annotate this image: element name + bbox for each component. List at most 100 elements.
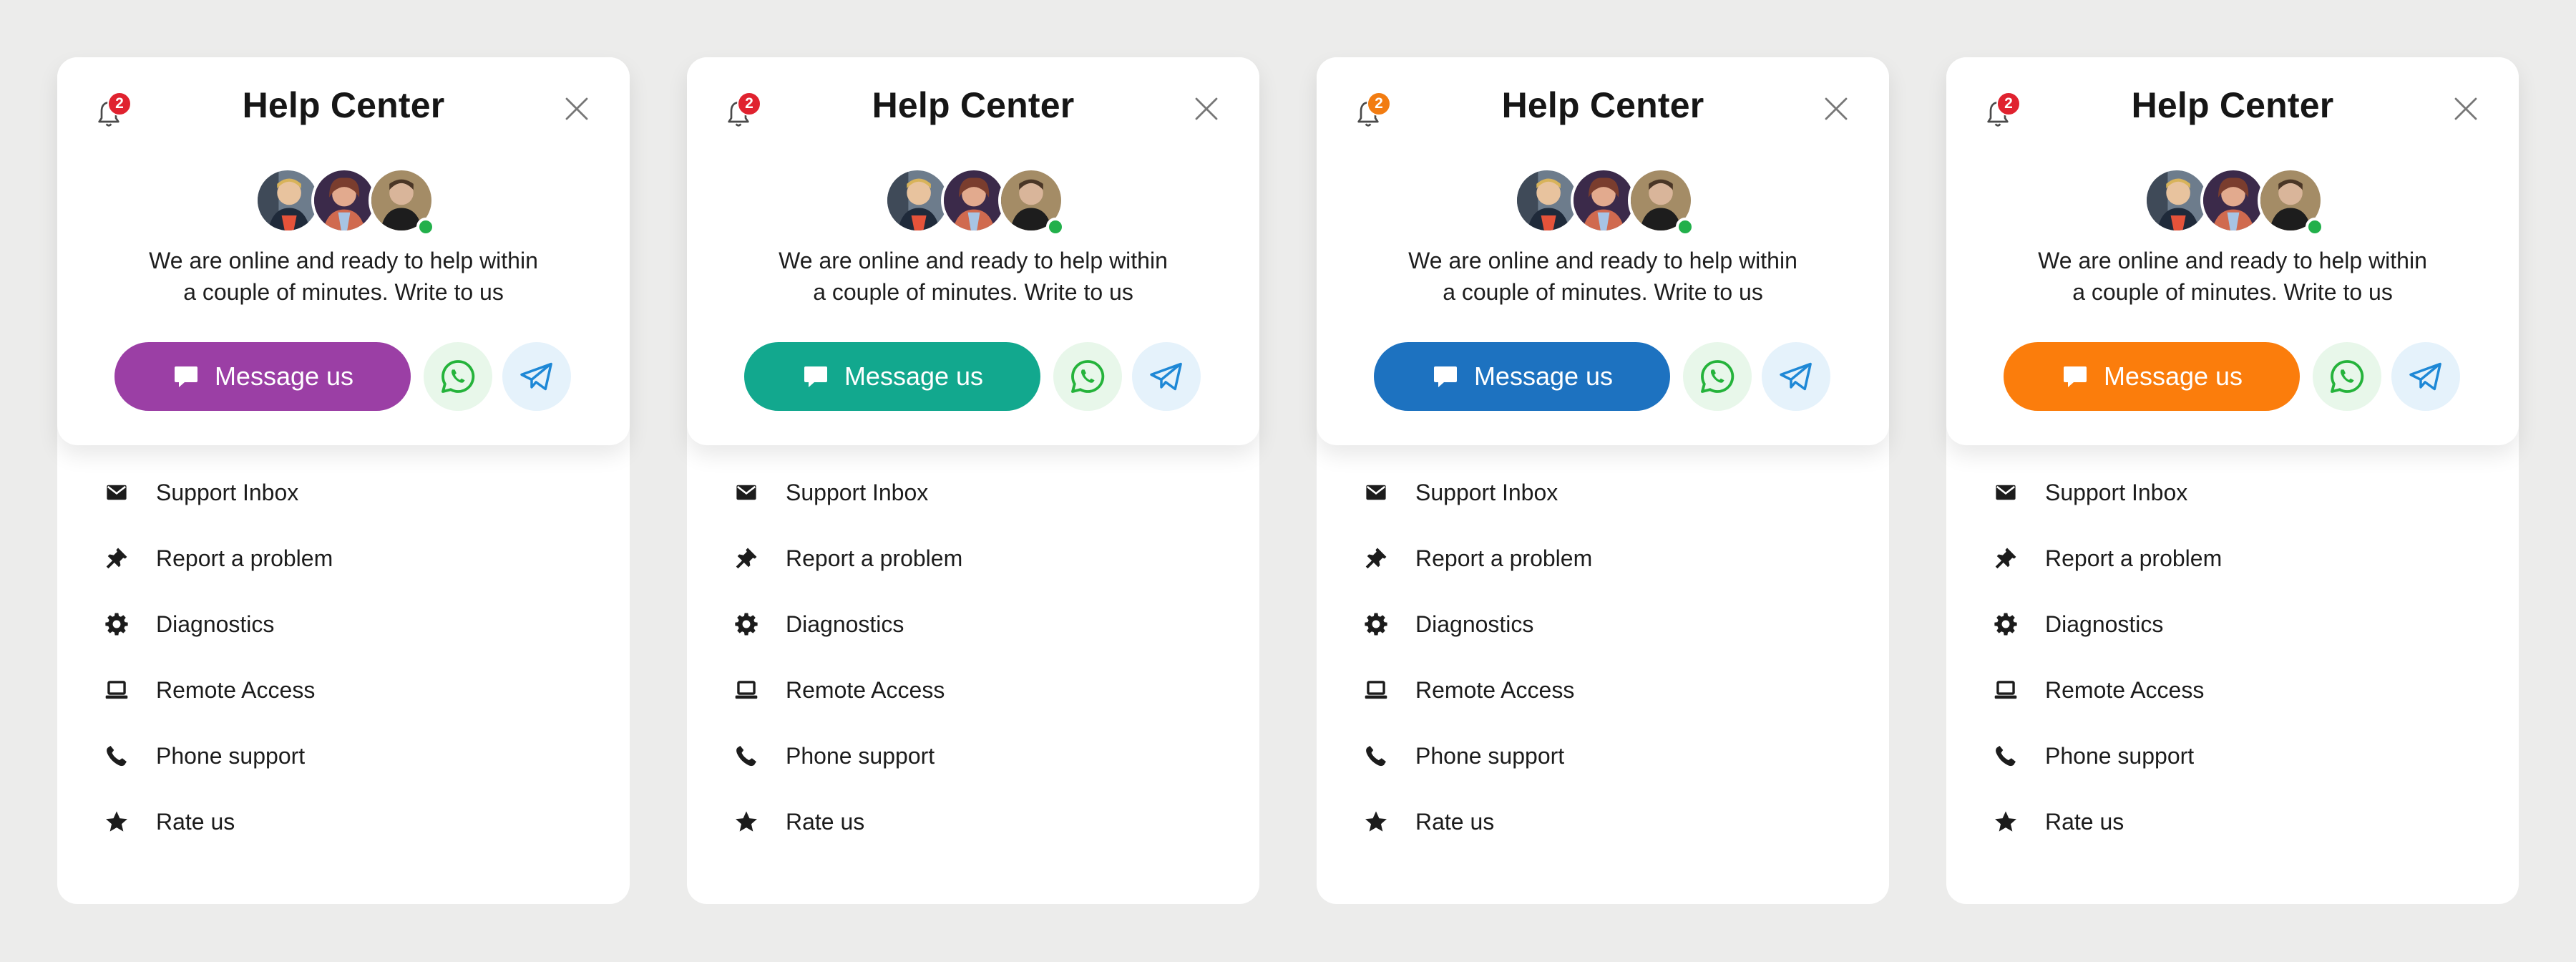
- star-icon: [104, 810, 129, 834]
- telegram-icon: [2409, 362, 2441, 391]
- menu-item-remote-access[interactable]: Remote Access: [687, 657, 1259, 723]
- menu-item-label: Report a problem: [2045, 545, 2223, 571]
- menu-item-phone-support[interactable]: Phone support: [1946, 723, 2519, 789]
- telegram-button[interactable]: [2391, 342, 2460, 411]
- message-us-button[interactable]: Message us: [2004, 342, 2300, 411]
- menu-item-label: Remote Access: [1415, 676, 1575, 703]
- menu-item-report-a-problem[interactable]: Report a problem: [1317, 525, 1889, 591]
- help-menu: Support Inbox Report a problem Diagnostics…: [1946, 460, 2519, 855]
- widget-title: Help Center: [2131, 85, 2334, 125]
- help-menu: Support Inbox Report a problem Diagnostics…: [687, 460, 1259, 855]
- pin-icon: [734, 546, 758, 570]
- close-button[interactable]: [1822, 94, 1850, 123]
- whatsapp-button[interactable]: [1053, 342, 1122, 411]
- menu-item-remote-access[interactable]: Remote Access: [57, 657, 630, 723]
- envelope-icon: [104, 480, 129, 505]
- telegram-button[interactable]: [1132, 342, 1201, 411]
- menu-item-label: Support Inbox: [156, 479, 299, 505]
- contact-actions: Message us: [57, 342, 630, 411]
- availability-message: We are online and ready to help within a…: [149, 248, 538, 305]
- menu-item-support-inbox[interactable]: Support Inbox: [1946, 460, 2519, 525]
- menu-item-diagnostics[interactable]: Diagnostics: [1946, 591, 2519, 657]
- menu-item-label: Phone support: [2045, 742, 2195, 769]
- close-button[interactable]: [1192, 94, 1221, 123]
- menu-item-label: Support Inbox: [2045, 479, 2188, 505]
- close-icon: [565, 97, 588, 120]
- agent-avatars: [687, 167, 1259, 236]
- menu-item-report-a-problem[interactable]: Report a problem: [57, 525, 630, 591]
- message-us-button[interactable]: Message us: [1374, 342, 1670, 411]
- menu-item-phone-support[interactable]: Phone support: [57, 723, 630, 789]
- whatsapp-icon: [1701, 360, 1735, 393]
- help-center-widget-1: 2 Help Center We are online and ready to…: [57, 57, 630, 904]
- menu-item-phone-support[interactable]: Phone support: [687, 723, 1259, 789]
- menu-item-label: Phone support: [786, 742, 935, 769]
- contact-actions: Message us: [687, 342, 1259, 411]
- menu-item-support-inbox[interactable]: Support Inbox: [1317, 460, 1889, 525]
- telegram-button[interactable]: [1762, 342, 1830, 411]
- whatsapp-icon: [441, 360, 475, 393]
- menu-item-label: Remote Access: [786, 676, 945, 703]
- avatar: [311, 167, 377, 233]
- widget-header-panel: 2 Help Center We are online and ready to…: [1317, 57, 1889, 445]
- widget-title: Help Center: [872, 85, 1075, 125]
- widget-title: Help Center: [1501, 85, 1704, 125]
- whatsapp-button[interactable]: [2313, 342, 2381, 411]
- menu-item-label: Phone support: [156, 742, 306, 769]
- envelope-icon: [1364, 480, 1388, 505]
- menu-item-rate-us[interactable]: Rate us: [687, 789, 1259, 855]
- widget-header-panel: 2 Help Center We are online and ready to…: [57, 57, 630, 445]
- gear-icon: [104, 612, 129, 636]
- help-center-widget-3: 2 Help Center We are online and ready to…: [1317, 57, 1889, 904]
- menu-item-support-inbox[interactable]: Support Inbox: [687, 460, 1259, 525]
- menu-item-rate-us[interactable]: Rate us: [1317, 789, 1889, 855]
- menu-item-diagnostics[interactable]: Diagnostics: [687, 591, 1259, 657]
- laptop-icon: [1364, 678, 1388, 702]
- message-us-button[interactable]: Message us: [114, 342, 411, 411]
- star-icon: [734, 810, 758, 834]
- menu-item-rate-us[interactable]: Rate us: [57, 789, 630, 855]
- avatar: [2200, 167, 2266, 233]
- menu-item-diagnostics[interactable]: Diagnostics: [1317, 591, 1889, 657]
- help-center-widget-2: 2 Help Center We are online and ready to…: [687, 57, 1259, 904]
- menu-item-remote-access[interactable]: Remote Access: [1946, 657, 2519, 723]
- telegram-button[interactable]: [502, 342, 571, 411]
- avatar: [1571, 167, 1636, 233]
- phone-icon: [104, 744, 129, 768]
- help-menu: Support Inbox Report a problem Diagnostics…: [1317, 460, 1889, 855]
- help-center-widget-4: 2 Help Center We are online and ready to…: [1946, 57, 2519, 904]
- message-us-label: Message us: [214, 361, 354, 391]
- chat-icon: [2063, 366, 2087, 387]
- telegram-icon: [520, 362, 552, 391]
- menu-item-label: Support Inbox: [1415, 479, 1558, 505]
- laptop-icon: [734, 678, 758, 702]
- close-icon: [1825, 97, 1848, 120]
- close-button[interactable]: [2451, 94, 2480, 123]
- menu-item-remote-access[interactable]: Remote Access: [1317, 657, 1889, 723]
- laptop-icon: [1994, 678, 2018, 702]
- menu-item-diagnostics[interactable]: Diagnostics: [57, 591, 630, 657]
- chat-icon: [804, 366, 827, 387]
- menu-item-label: Support Inbox: [786, 479, 929, 505]
- message-us-label: Message us: [2103, 361, 2243, 391]
- pin-icon: [1994, 546, 2018, 570]
- online-status-indicator: [1046, 218, 1065, 236]
- help-menu: Support Inbox Report a problem Diagnostics…: [57, 460, 630, 855]
- gear-icon: [1994, 612, 2018, 636]
- menu-item-label: Rate us: [786, 808, 865, 835]
- menu-item-phone-support[interactable]: Phone support: [1317, 723, 1889, 789]
- menu-item-report-a-problem[interactable]: Report a problem: [1946, 525, 2519, 591]
- envelope-icon: [1994, 480, 2018, 505]
- gear-icon: [734, 612, 758, 636]
- close-button[interactable]: [562, 94, 591, 123]
- message-us-button[interactable]: Message us: [744, 342, 1040, 411]
- menu-item-label: Report a problem: [786, 545, 963, 571]
- menu-item-report-a-problem[interactable]: Report a problem: [687, 525, 1259, 591]
- menu-item-rate-us[interactable]: Rate us: [1946, 789, 2519, 855]
- menu-item-support-inbox[interactable]: Support Inbox: [57, 460, 630, 525]
- phone-icon: [734, 744, 758, 768]
- whatsapp-button[interactable]: [1683, 342, 1752, 411]
- menu-item-label: Report a problem: [1415, 545, 1593, 571]
- laptop-icon: [104, 678, 129, 702]
- whatsapp-button[interactable]: [424, 342, 492, 411]
